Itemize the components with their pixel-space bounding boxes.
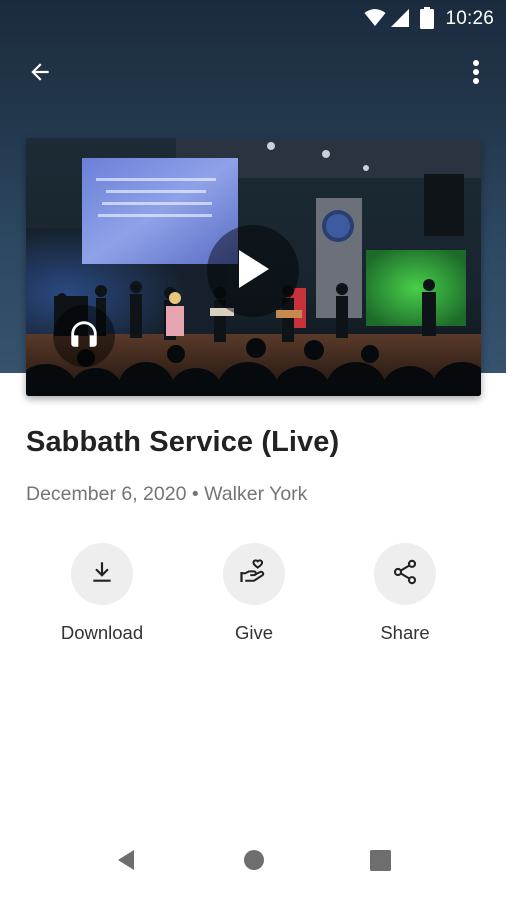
give-label: Give bbox=[234, 622, 274, 643]
download-icon bbox=[89, 559, 115, 589]
video-thumbnail[interactable] bbox=[26, 138, 481, 396]
share-circle[interactable] bbox=[374, 543, 436, 605]
back-button[interactable] bbox=[20, 50, 60, 98]
nav-back-icon bbox=[116, 849, 136, 875]
play-button[interactable] bbox=[207, 225, 299, 317]
sermon-date: December 6, 2020 bbox=[26, 483, 187, 505]
nav-home-icon bbox=[243, 849, 265, 875]
download-label: Download bbox=[60, 622, 144, 643]
share-button[interactable]: Share bbox=[330, 543, 480, 644]
more-options-button[interactable] bbox=[458, 50, 494, 98]
give-hand-heart-icon bbox=[239, 557, 269, 591]
more-vert-icon bbox=[472, 59, 480, 89]
headphones-icon bbox=[67, 317, 101, 355]
audio-button[interactable] bbox=[53, 305, 115, 367]
give-circle[interactable] bbox=[223, 543, 285, 605]
system-nav-bar bbox=[0, 832, 506, 900]
share-label: Share bbox=[380, 622, 430, 643]
sermon-title: Sabbath Service (Live) bbox=[26, 426, 340, 458]
wifi-icon bbox=[364, 8, 386, 32]
nav-back-button[interactable] bbox=[114, 850, 138, 874]
signal-icon bbox=[390, 8, 410, 32]
status-time: 10:26 bbox=[445, 8, 494, 29]
app-bar bbox=[0, 50, 506, 98]
sermon-speaker: Walker York bbox=[204, 483, 308, 505]
sermon-meta: December 6, 2020 • Walker York bbox=[26, 483, 307, 506]
share-icon bbox=[391, 558, 419, 590]
meta-separator: • bbox=[191, 483, 199, 505]
status-bar: 10:26 bbox=[0, 0, 506, 36]
arrow-back-icon bbox=[27, 59, 53, 89]
give-button[interactable]: Give bbox=[179, 543, 329, 644]
nav-recents-icon bbox=[369, 849, 391, 875]
nav-recents-button[interactable] bbox=[368, 849, 392, 875]
battery-icon bbox=[420, 7, 434, 33]
play-icon bbox=[233, 247, 273, 295]
download-circle[interactable] bbox=[71, 543, 133, 605]
download-button[interactable]: Download bbox=[27, 543, 177, 644]
nav-home-button[interactable] bbox=[242, 850, 266, 874]
